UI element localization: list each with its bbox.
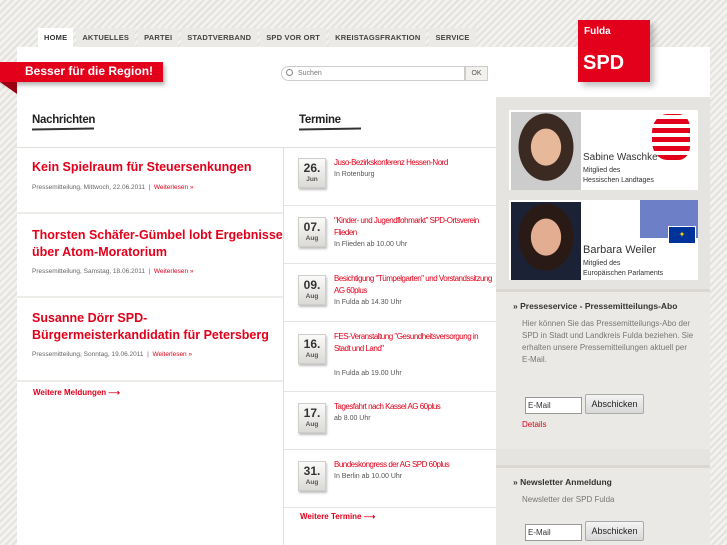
date-badge: 17. Aug (298, 403, 326, 433)
event-location: In Berlin ab 10.00 Uhr (334, 473, 403, 480)
event-item: 31. Aug Bundeskongress der AG SPD 60plus In… (284, 450, 496, 508)
more-news-link[interactable]: Weitere Meldungen ⟶ (33, 388, 120, 397)
event-location: In Fulda ab 19.00 Uhr (334, 370, 402, 377)
event-item: 16. Aug FES-Veranstaltung "Gesundheitsvers… (284, 322, 496, 392)
news-meta: Pressemitteilung, Sonntag, 19.06.2011 (32, 351, 144, 358)
event-title[interactable]: "Kinder- und Jugendflohmarkt" SPD-Ortsve… (334, 215, 494, 239)
read-more-link[interactable]: Weiterlesen » (154, 184, 194, 191)
event-item: 07. Aug "Kinder- und Jugendflohmarkt" SPD-… (284, 206, 496, 264)
read-more-link[interactable]: Weiterlesen » (152, 351, 192, 358)
banner-fold (0, 82, 17, 94)
logo-main: SPD (583, 52, 625, 74)
newsletter-text: Newsletter der SPD Fulda (522, 495, 615, 504)
news-title[interactable]: Kein Spielraum für Steuersenkungen (32, 159, 283, 176)
event-month: Jun (306, 176, 318, 183)
card-role: Mitglied des (583, 167, 621, 174)
event-month: Aug (305, 421, 319, 428)
event-item: 17. Aug Tagesfahrt nach Kassel AG 60plus ab… (284, 392, 496, 450)
press-text: Hier können Sie das Pressemitteilungs-Ab… (522, 319, 694, 364)
card-barbara-weiler[interactable]: ✦ Barbara Weiler Mitglied des Europäischen … (509, 200, 698, 280)
newsletter-submit-button[interactable]: Abschicken (585, 521, 644, 541)
tab-home[interactable]: HOME (38, 28, 74, 47)
event-location: ab 8.00 Uhr (334, 415, 371, 422)
event-title[interactable]: Tagesfahrt nach Kassel AG 60plus (334, 401, 494, 413)
date-badge: 07. Aug (298, 217, 326, 247)
date-badge: 09. Aug (298, 275, 326, 305)
news-item: Susanne Dörr SPD-Bürgermeisterkandidatin… (17, 310, 283, 382)
event-day: 16. (303, 337, 321, 351)
event-day: 07. (303, 220, 321, 234)
event-month: Aug (305, 293, 319, 300)
news-meta: Pressemitteilung, Samstag, 18.06.2011 (32, 268, 145, 275)
card-sabine-waschke[interactable]: Sabine Waschke Mitglied des Hessischen Lan… (509, 110, 698, 190)
event-title[interactable]: FES-Veranstaltung "Gesundheitsversorgung… (334, 331, 494, 355)
card-name: Barbara Weiler (583, 244, 657, 256)
more-events-link[interactable]: Weitere Termine ⟶ (300, 512, 375, 521)
slogan-banner: Besser für die Region! (0, 62, 163, 82)
sidebar: Sabine Waschke Mitglied des Hessischen Lan… (496, 97, 710, 545)
news-item: Thorsten Schäfer-Gümbel lobt Ergebnisse … (17, 227, 283, 298)
tab-service[interactable]: SERVICE (429, 28, 476, 47)
card-name: Sabine Waschke (583, 152, 658, 163)
event-day: 09. (303, 278, 321, 292)
press-title: » Presseservice - Pressemitteilungs-Abo (513, 301, 678, 311)
date-badge: 16. Aug (298, 334, 326, 364)
event-location: In Rotenburg (334, 171, 375, 178)
portrait-photo (511, 202, 581, 280)
event-day: 17. (303, 406, 321, 420)
date-badge: 31. Aug (298, 461, 326, 491)
event-month: Aug (305, 235, 319, 242)
event-item: 26. Jun Juso-Bezirkskonferenz Hessen-Nord I… (284, 148, 496, 206)
tab-stadtverband[interactable]: STADTVERBAND (181, 28, 258, 47)
date-badge: 26. Jun (298, 158, 326, 188)
event-item: 09. Aug Besichtigung "Tümpelgarten" und Vo… (284, 264, 496, 322)
tab-spd-vor-ort[interactable]: SPD VOR ORT (260, 28, 327, 47)
card-role: Europäischen Parlaments (583, 270, 664, 277)
search-button[interactable]: OK (465, 66, 488, 81)
details-link[interactable]: Details (522, 420, 546, 429)
news-title[interactable]: Thorsten Schäfer-Gümbel lobt Ergebnisse … (32, 227, 283, 260)
read-more-link[interactable]: Weiterlesen » (154, 268, 194, 275)
portrait-photo (511, 112, 581, 190)
event-day: 31. (303, 464, 321, 478)
search-icon (286, 69, 293, 76)
card-role: Mitglied des (583, 260, 621, 267)
tab-aktuelles[interactable]: AKTUELLES (76, 28, 136, 47)
news-item: Kein Spielraum für Steuersenkungen Presse… (17, 159, 283, 214)
event-title[interactable]: Juso-Bezirkskonferenz Hessen-Nord (334, 157, 494, 169)
press-service-box: » Presseservice - Pressemitteilungs-Abo … (496, 289, 710, 449)
event-month: Aug (305, 352, 319, 359)
events-heading: Termine (299, 114, 361, 130)
tab-partei[interactable]: PARTEI (138, 28, 179, 47)
logo-top: Fulda (584, 26, 611, 37)
event-title[interactable]: Bundeskongress der AG SPD 60plus (334, 459, 494, 471)
event-location: In Flieden ab 10.00 Uhr (334, 241, 408, 248)
newsletter-title: » Newsletter Anmeldung (513, 477, 612, 487)
event-location: In Fulda ab 14.30 Uhr (334, 299, 402, 306)
card-role: Hessischen Landtages (583, 177, 654, 184)
tab-kreistagsfraktion[interactable]: KREISTAGSFRAKTION (329, 28, 427, 47)
event-title[interactable]: Besichtigung "Tümpelgarten" und Vorstand… (334, 273, 494, 297)
spd-fulda-logo[interactable]: Fulda SPD (578, 20, 650, 82)
press-email-input[interactable]: E-Mail (525, 397, 582, 414)
eu-flag-icon: ✦ (668, 226, 696, 244)
news-heading: Nachrichten (32, 114, 95, 130)
event-day: 26. (303, 161, 321, 175)
main-nav: HOME AKTUELLES PARTEI STADTVERBAND SPD V… (38, 28, 476, 47)
press-submit-button[interactable]: Abschicken (585, 394, 644, 414)
event-month: Aug (305, 479, 319, 486)
news-title[interactable]: Susanne Dörr SPD-Bürgermeisterkandidatin… (32, 310, 283, 343)
search-input[interactable]: Suchen (281, 66, 465, 81)
news-meta: Pressemitteilung, Mittwoch, 22.06.2011 (32, 183, 145, 191)
search-placeholder: Suchen (298, 70, 322, 77)
newsletter-box: » Newsletter Anmeldung Newsletter der SP… (496, 465, 710, 545)
newsletter-email-input[interactable]: E-Mail (525, 524, 582, 541)
